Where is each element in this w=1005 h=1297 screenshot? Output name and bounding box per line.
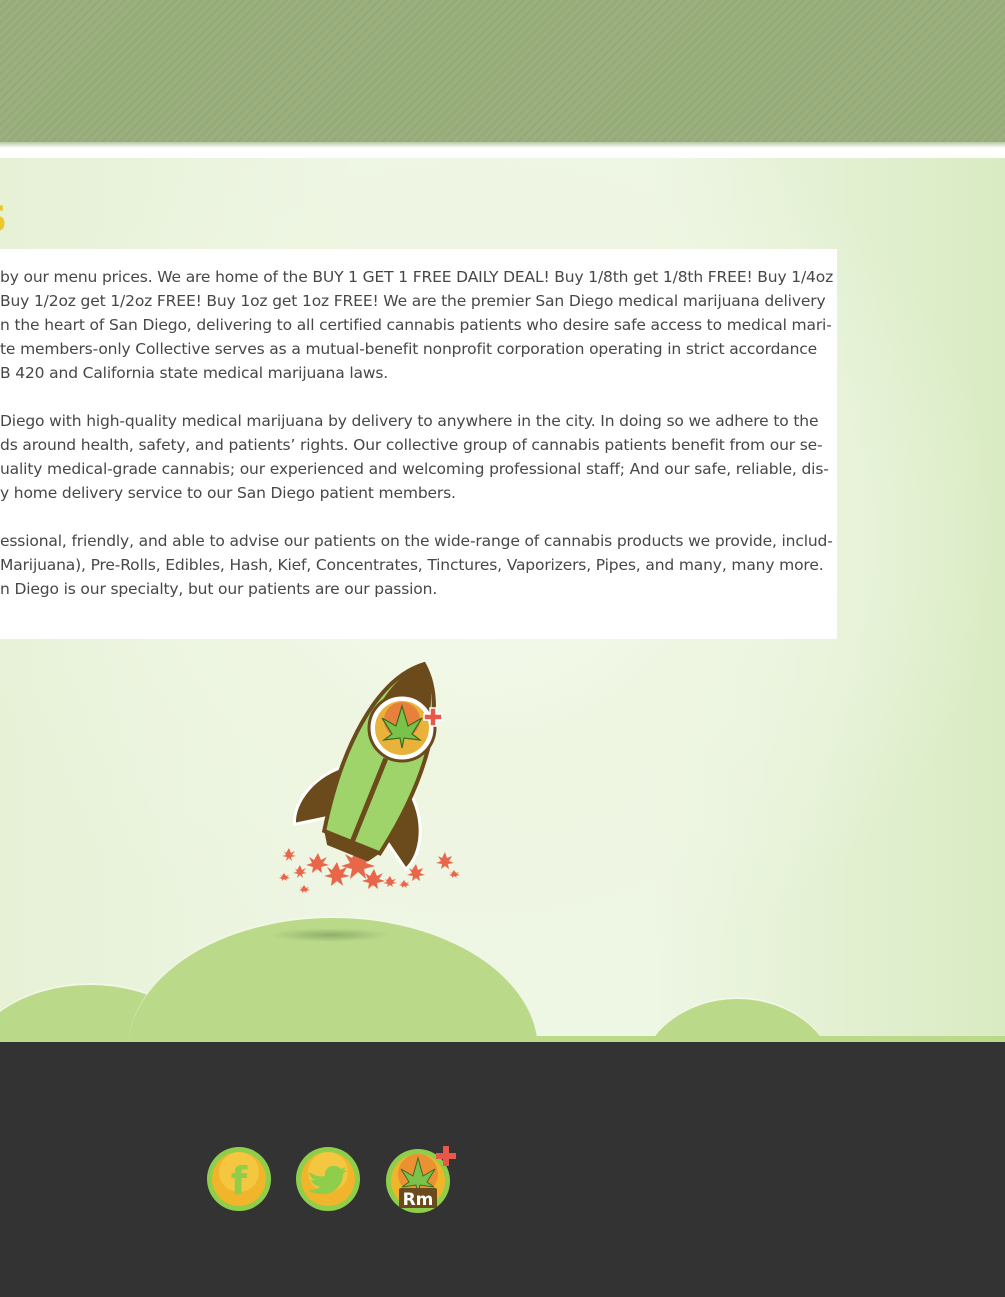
paragraph-line: n the heart of San Diego, delivering to … — [0, 316, 832, 334]
paragraph-line: B 420 and California state medical marij… — [0, 364, 389, 382]
header-divider — [0, 148, 1005, 158]
paragraph-deals: by our menu prices. We are home of the B… — [0, 265, 833, 385]
paragraph-line: by our menu prices. We are home of the B… — [0, 268, 834, 286]
paragraph-line: ds around health, safety, and patients’ … — [0, 436, 823, 454]
paragraph-products: essional, friendly, and able to advise o… — [0, 529, 833, 601]
section-title: US — [0, 197, 7, 243]
paragraph-line: Diego with high-quality medical marijuan… — [0, 412, 819, 430]
rocket-shadow — [270, 928, 390, 942]
rm-label: Rm — [403, 1190, 434, 1210]
paragraph-line: y home delivery service to our San Diego… — [0, 484, 456, 502]
rocket-illustration — [279, 661, 460, 893]
content-panel: by our menu prices. We are home of the B… — [0, 249, 837, 639]
paragraph-line: essional, friendly, and able to advise o… — [0, 532, 833, 550]
footer — [0, 1042, 1005, 1297]
facebook-glyph: f — [231, 1159, 248, 1203]
facebook-icon[interactable]: f — [206, 1146, 272, 1212]
reach-marijuana-icon[interactable]: Rm — [385, 1144, 459, 1214]
twitter-icon[interactable] — [295, 1146, 361, 1212]
paragraph-line: uality medical-grade cannabis; our exper… — [0, 460, 829, 478]
paragraph-line: te members-only Collective serves as a m… — [0, 340, 818, 358]
paragraph-mission: Diego with high-quality medical marijuan… — [0, 409, 829, 505]
paragraph-line: Buy 1/2oz get 1/2oz FREE! Buy 1oz get 1o… — [0, 292, 826, 310]
paragraph-line: n Diego is our specialty, but our patien… — [0, 580, 438, 598]
rocket-body — [293, 661, 436, 872]
header-banner — [0, 0, 1005, 142]
paragraph-line: Marijuana), Pre-Rolls, Edibles, Hash, Ki… — [0, 556, 824, 574]
